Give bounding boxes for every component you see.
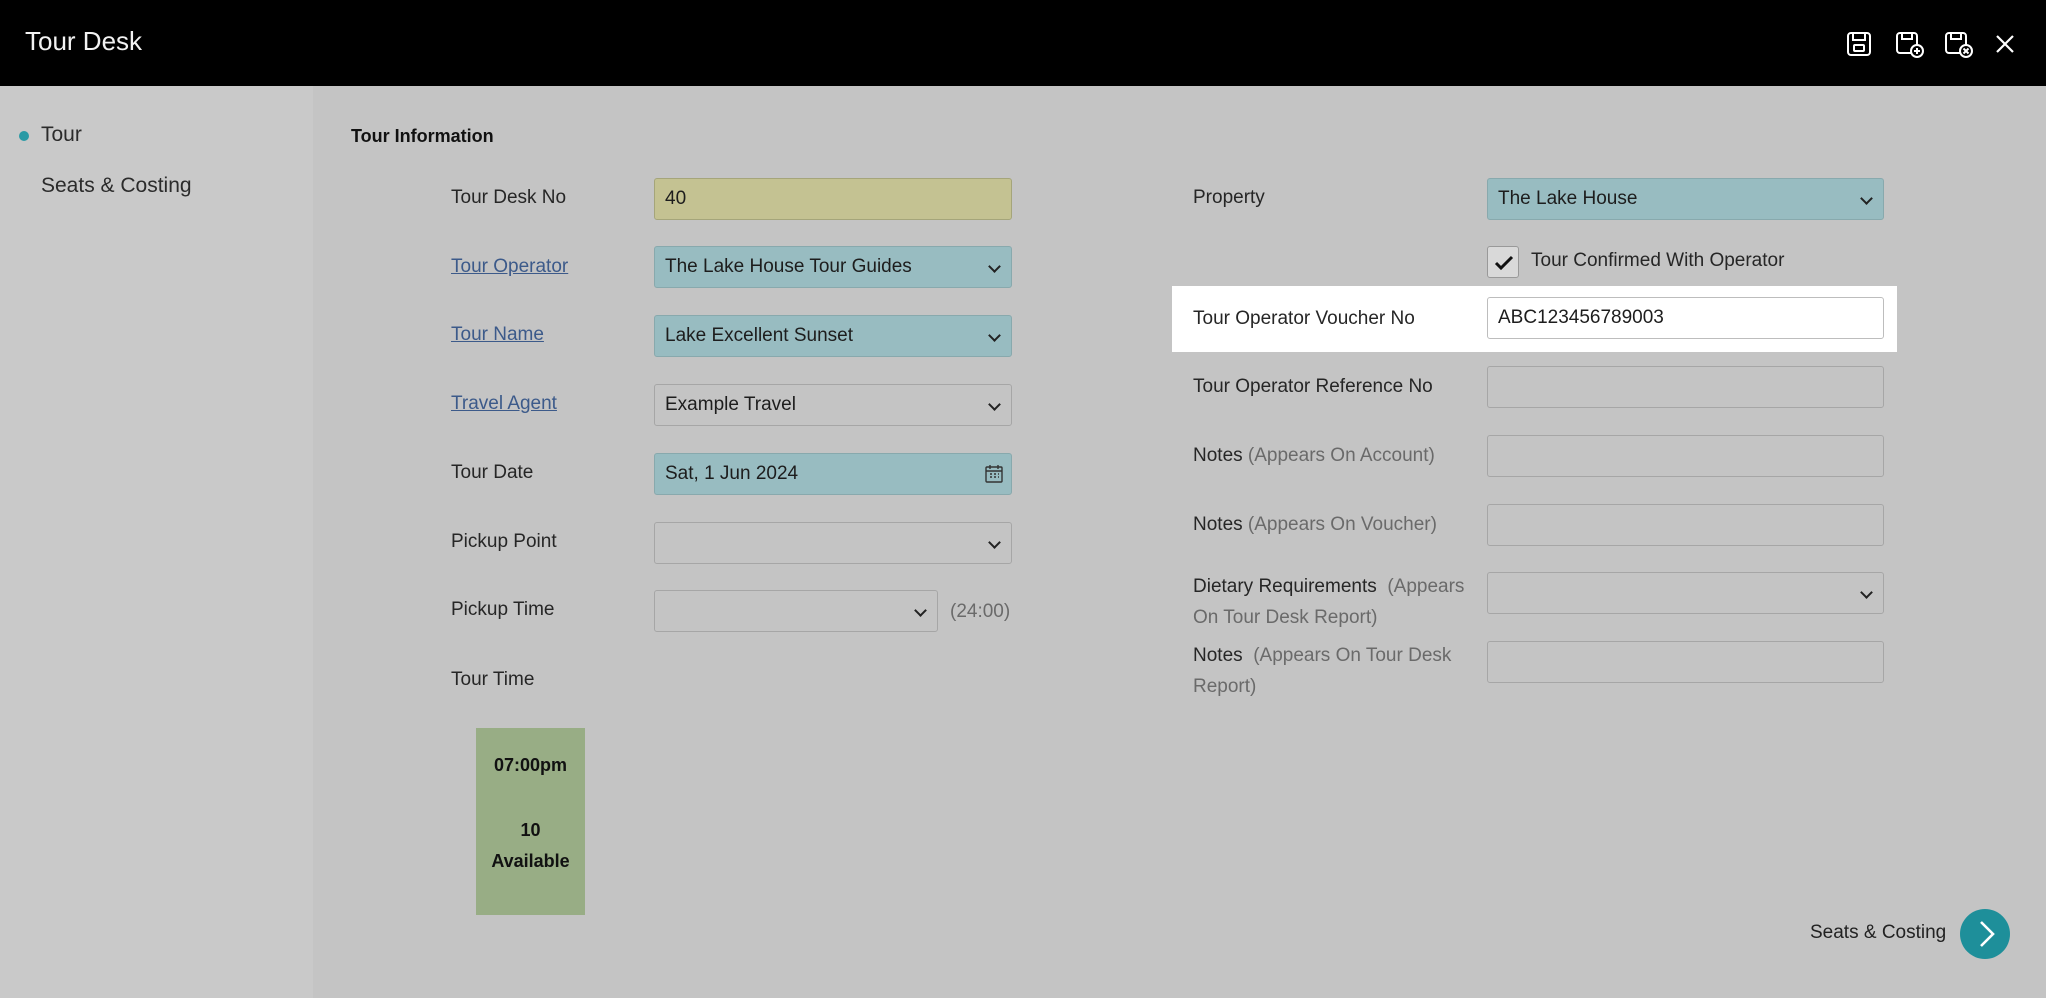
property-select[interactable]: The Lake House (1487, 178, 1884, 220)
chevron-right-icon (1980, 921, 1995, 947)
tour-operator-link[interactable]: Tour Operator (451, 256, 568, 278)
dietary-label: Dietary Requirements (Appears On Tour De… (1193, 571, 1485, 633)
notes-voucher-hint: (Appears On Voucher) (1247, 514, 1437, 535)
pickup-time-select[interactable] (654, 590, 938, 632)
slot-count: 10 (520, 820, 541, 840)
next-section-label[interactable]: Seats & Costing (1810, 922, 1946, 944)
property-label: Property (1193, 187, 1265, 208)
close-icon[interactable] (1989, 28, 2021, 60)
slot-time: 07:00pm (493, 755, 568, 775)
save-icon[interactable] (1843, 28, 1875, 60)
property-value: The Lake House (1498, 188, 1638, 209)
tour-confirmed-checkbox[interactable] (1487, 246, 1519, 278)
notes-account-label: Notes (Appears On Account) (1193, 445, 1435, 467)
notes-account-hint: (Appears On Account) (1247, 445, 1435, 466)
pickup-point-select[interactable] (654, 522, 1012, 564)
calendar-icon[interactable] (983, 463, 1005, 485)
notes-account-label-text: Notes (1193, 445, 1243, 466)
reference-no-label: Tour Operator Reference No (1193, 376, 1433, 397)
title-bar: Tour Desk (0, 0, 2046, 86)
active-indicator-icon (19, 131, 29, 141)
voucher-no-value: ABC123456789003 (1498, 307, 1664, 328)
next-section-button[interactable] (1960, 909, 2010, 959)
sidebar-item-tour[interactable]: Tour (41, 123, 82, 147)
dietary-label-text: Dietary Requirements (1193, 576, 1377, 597)
notes-voucher-label: Notes (Appears On Voucher) (1193, 514, 1437, 536)
tour-date-field[interactable]: Sat, 1 Jun 2024 (654, 453, 1012, 495)
tour-name-select[interactable]: Lake Excellent Sunset (654, 315, 1012, 357)
tour-time-slot[interactable]: 07:00pm 10 Available (476, 728, 585, 915)
tour-date-value: Sat, 1 Jun 2024 (665, 463, 799, 484)
reference-no-input[interactable] (1487, 366, 1884, 408)
section-title: Tour Information (351, 126, 494, 146)
voucher-no-label: Tour Operator Voucher No (1193, 308, 1415, 329)
notes-report-input[interactable] (1487, 641, 1884, 683)
travel-agent-link[interactable]: Travel Agent (451, 393, 557, 415)
slot-status: Available (491, 851, 570, 871)
dietary-select[interactable] (1487, 572, 1884, 614)
tour-desk-no-label: Tour Desk No (451, 187, 567, 208)
tour-desk-no-field[interactable]: 40 (654, 178, 1012, 220)
voucher-no-input[interactable]: ABC123456789003 (1487, 297, 1884, 339)
tour-confirmed-label: Tour Confirmed With Operator (1531, 250, 1785, 271)
checkmark-icon (1494, 255, 1514, 271)
tour-operator-select[interactable]: The Lake House Tour Guides (654, 246, 1012, 288)
notes-voucher-input[interactable] (1487, 504, 1884, 546)
travel-agent-select[interactable]: Example Travel (654, 384, 1012, 426)
sidebar-item-seats-costing[interactable]: Seats & Costing (41, 174, 192, 198)
sidebar (0, 86, 313, 998)
notes-account-input[interactable] (1487, 435, 1884, 477)
pickup-point-label: Pickup Point (451, 531, 557, 552)
travel-agent-value: Example Travel (665, 394, 796, 415)
tour-name-value: Lake Excellent Sunset (665, 325, 854, 346)
tour-name-link[interactable]: Tour Name (451, 324, 544, 346)
pickup-time-format-hint: (24:00) (950, 601, 1011, 622)
pickup-time-label: Pickup Time (451, 599, 555, 620)
notes-voucher-label-text: Notes (1193, 514, 1243, 535)
notes-report-label: Notes (Appears On Tour Desk Report) (1193, 640, 1485, 702)
tour-date-label: Tour Date (451, 462, 534, 483)
save-and-close-icon[interactable] (1942, 28, 1974, 60)
tour-time-label: Tour Time (451, 669, 535, 690)
tour-desk-no-value: 40 (665, 188, 687, 209)
save-and-new-icon[interactable] (1893, 28, 1925, 60)
window-title: Tour Desk (25, 26, 143, 56)
tour-operator-value: The Lake House Tour Guides (665, 256, 912, 277)
notes-report-label-text: Notes (1193, 645, 1243, 666)
